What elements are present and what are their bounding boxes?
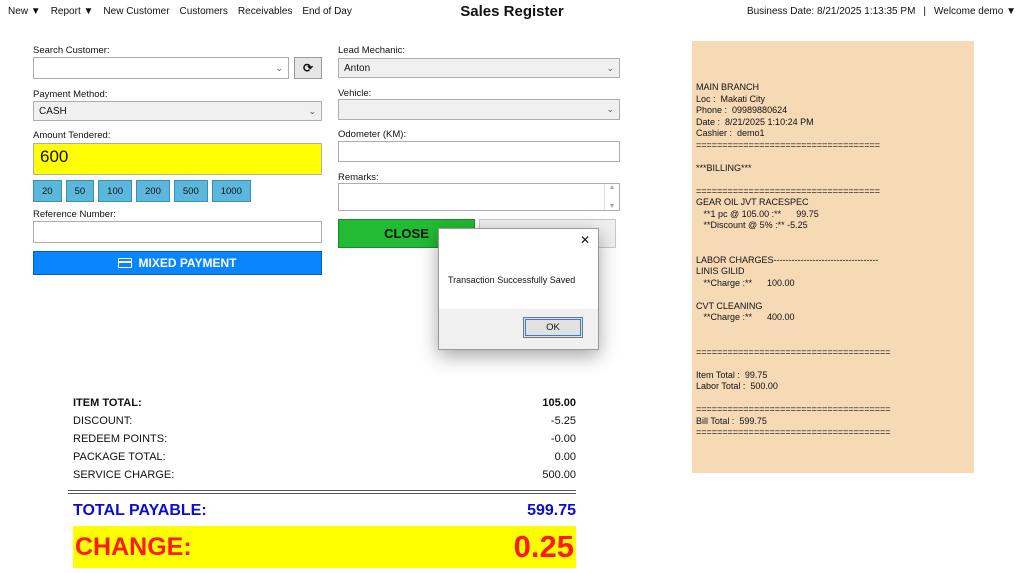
menu-new-customer[interactable]: New Customer xyxy=(103,6,169,17)
welcome-user-menu[interactable]: Welcome demo ▼ xyxy=(934,6,1016,17)
receipt-line xyxy=(696,358,970,370)
scroll-up-icon[interactable]: ▲ xyxy=(609,184,616,191)
remarks-textarea[interactable]: ▲ ▼ xyxy=(338,183,620,211)
amount-tendered-label: Amount Tendered: xyxy=(33,130,111,141)
remarks-scrollbar[interactable]: ▲ ▼ xyxy=(604,184,619,210)
chevron-down-icon: ▼ xyxy=(1006,6,1016,17)
quick-amount-200-button[interactable]: 200 xyxy=(136,180,170,202)
receipt-line xyxy=(696,324,970,336)
receipt-lines: MAIN BRANCH Loc : Makati City Phone : 0998… xyxy=(696,82,970,439)
package-total-row: PACKAGE TOTAL: 0.00 xyxy=(73,451,576,463)
receipt-line: Bill Total : 599.75 xyxy=(696,415,767,426)
search-customer-label: Search Customer: xyxy=(33,45,110,56)
receipt-line: =================================== xyxy=(696,139,880,150)
payment-method-select[interactable]: CASH ⌄ xyxy=(33,101,322,121)
receipt-line: ===================================== xyxy=(696,404,891,414)
receipt-line: **1 pc @ 105.00 :** 99.75 xyxy=(696,208,819,219)
receipt-line: **Discount @ 5% :** -5.25 xyxy=(696,220,808,230)
redeem-points-row: REDEEM POINTS: -0.00 xyxy=(73,433,576,445)
remarks-label: Remarks: xyxy=(338,172,379,183)
receipt-line: LINIS GILID xyxy=(696,266,745,276)
item-total-row: ITEM TOTAL: 105.00 xyxy=(73,397,576,409)
chevron-down-icon: ⌄ xyxy=(606,104,614,114)
receipt-line: LABOR CHARGES---------------------------… xyxy=(696,254,879,265)
receipt-line xyxy=(696,174,970,186)
quick-amount-100-button[interactable]: 100 xyxy=(98,180,133,202)
scroll-down-icon[interactable]: ▼ xyxy=(609,203,616,210)
menu-customers[interactable]: Customers xyxy=(180,6,228,17)
refresh-button[interactable]: ⟳ xyxy=(294,57,322,79)
message-dialog: ✕ Transaction Successfully Saved OK xyxy=(438,228,599,350)
change-row: CHANGE: 0.25 xyxy=(73,526,576,568)
payment-method-label: Payment Method: xyxy=(33,89,108,100)
lead-mechanic-select[interactable]: Anton ⌄ xyxy=(338,58,620,78)
odometer-input[interactable] xyxy=(338,141,620,162)
reference-number-input[interactable] xyxy=(33,221,322,243)
total-payable-row: TOTAL PAYABLE: 599.75 xyxy=(73,502,576,519)
receipt-panel: MAIN BRANCH Loc : Makati City Phone : 0998… xyxy=(692,41,974,473)
quick-amount-1000-button[interactable]: 1000 xyxy=(211,180,251,202)
vehicle-label: Vehicle: xyxy=(338,88,372,99)
chevron-down-icon: ▼ xyxy=(83,6,94,17)
separator: | xyxy=(923,6,927,17)
page-title: Sales Register xyxy=(460,3,564,20)
chevron-down-icon: ▼ xyxy=(30,6,41,17)
mixed-payment-button[interactable]: MIXED PAYMENT xyxy=(33,251,322,275)
menu-report[interactable]: Report ▼ xyxy=(51,6,94,17)
menu-end-of-day[interactable]: End of Day xyxy=(302,6,351,17)
service-charge-row: SERVICE CHARGE: 500.00 xyxy=(73,469,576,481)
receipt-line: Loc : Makati City xyxy=(696,93,766,104)
receipt-line: MAIN BRANCH xyxy=(696,82,760,92)
receipt-line: Phone : 09989880624 xyxy=(696,105,788,115)
receipt-line: **Charge :** 100.00 xyxy=(696,277,795,288)
receipt-line: Cashier : demo1 xyxy=(696,128,765,138)
lead-mechanic-label: Lead Mechanic: xyxy=(338,45,406,56)
status-area: Business Date: 8/21/2025 1:13:35 PM | Welc… xyxy=(747,6,1016,17)
chevron-down-icon: ⌄ xyxy=(606,62,614,73)
menu-new[interactable]: New ▼ xyxy=(8,6,41,17)
chevron-down-icon: ⌄ xyxy=(308,105,316,116)
receipt-line: =================================== xyxy=(696,185,880,196)
vehicle-select[interactable]: ⌄ xyxy=(338,99,620,120)
receipt-line: ***BILLING*** xyxy=(696,162,752,173)
credit-card-icon xyxy=(118,258,133,268)
amount-tendered-input[interactable]: 600 xyxy=(33,143,322,175)
quick-amount-buttons: 20 50 100 200 500 1000 xyxy=(33,180,251,202)
receipt-line xyxy=(696,335,970,347)
totals-divider xyxy=(68,490,576,494)
dialog-close-icon[interactable]: ✕ xyxy=(580,233,590,247)
receipt-line xyxy=(696,151,970,163)
receipt-line: ===================================== xyxy=(696,427,891,437)
discount-row: DISCOUNT: -5.25 xyxy=(73,415,576,427)
dialog-body: ✕ Transaction Successfully Saved xyxy=(439,229,598,309)
receipt-line xyxy=(696,243,970,255)
receipt-line: ===================================== xyxy=(696,346,891,357)
receipt-line xyxy=(696,289,970,301)
refresh-icon: ⟳ xyxy=(302,61,314,75)
receipt-line: CVT CLEANING xyxy=(696,300,763,311)
top-menu: New ▼ Report ▼ New Customer Customers Re… xyxy=(8,6,352,17)
dialog-message: Transaction Successfully Saved xyxy=(448,275,576,285)
receipt-line xyxy=(696,232,970,244)
receipt-line: **Charge :** 400.00 xyxy=(696,312,795,322)
receipt-line: Date : 8/21/2025 1:10:24 PM xyxy=(696,116,814,127)
receipt-line: Labor Total : 500.00 xyxy=(696,381,778,391)
menu-receivables[interactable]: Receivables xyxy=(238,6,292,17)
quick-amount-50-button[interactable]: 50 xyxy=(65,180,95,202)
totals-panel: ITEM TOTAL: 105.00 DISCOUNT: -5.25 REDEEM … xyxy=(73,394,576,484)
receipt-line: GEAR OIL JVT RACESPEC xyxy=(696,197,809,207)
business-date: Business Date: 8/21/2025 1:13:35 PM xyxy=(746,6,916,17)
receipt-line: Item Total : 99.75 xyxy=(696,369,768,380)
dialog-ok-button[interactable]: OK xyxy=(523,317,583,338)
receipt-line xyxy=(696,393,970,405)
quick-amount-20-button[interactable]: 20 xyxy=(33,180,62,202)
chevron-down-icon: ⌄ xyxy=(275,62,283,73)
reference-number-label: Reference Number: xyxy=(33,209,116,220)
quick-amount-500-button[interactable]: 500 xyxy=(173,180,208,202)
odometer-label: Odometer (KM): xyxy=(338,129,407,140)
search-customer-combobox[interactable]: ⌄ xyxy=(33,57,289,79)
